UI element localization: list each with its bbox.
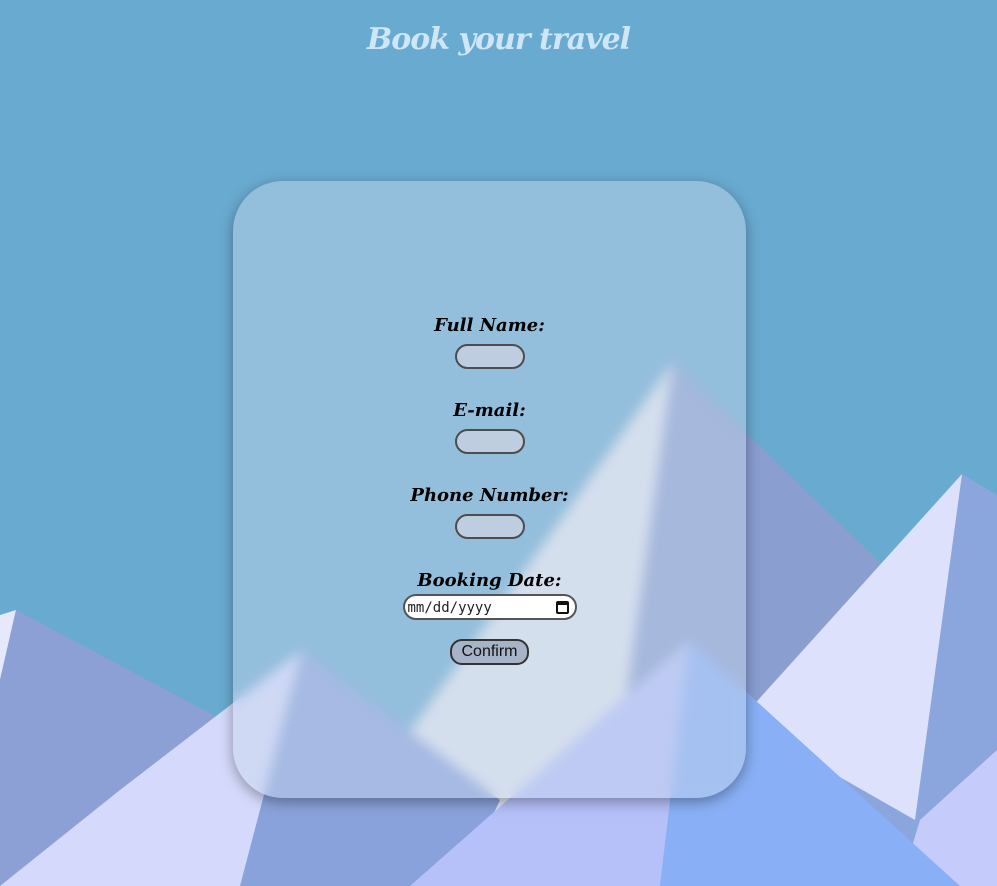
- confirm-button[interactable]: Confirm: [450, 639, 529, 665]
- phone-label: Phone Number:: [410, 485, 569, 506]
- email-input[interactable]: [454, 429, 525, 454]
- full-name-input[interactable]: [454, 344, 525, 369]
- booking-date-label: Booking Date:: [417, 570, 562, 591]
- calendar-icon[interactable]: [555, 601, 569, 614]
- phone-input[interactable]: [454, 514, 525, 539]
- page-title: Book your travel: [366, 22, 631, 57]
- booking-form: Full Name: E-mail: Phone Number: Booking…: [233, 315, 746, 665]
- full-name-label: Full Name:: [434, 315, 545, 336]
- full-name-field: Full Name:: [233, 315, 746, 400]
- booking-date-input[interactable]: mm/dd/yyyy: [402, 594, 577, 620]
- booking-form-card: Full Name: E-mail: Phone Number: Booking…: [233, 181, 746, 798]
- booking-date-placeholder: mm/dd/yyyy: [407, 600, 492, 616]
- phone-field: Phone Number:: [233, 485, 746, 570]
- email-field: E-mail:: [233, 400, 746, 485]
- booking-date-field: Booking Date: mm/dd/yyyy: [233, 570, 746, 620]
- email-label: E-mail:: [453, 400, 526, 421]
